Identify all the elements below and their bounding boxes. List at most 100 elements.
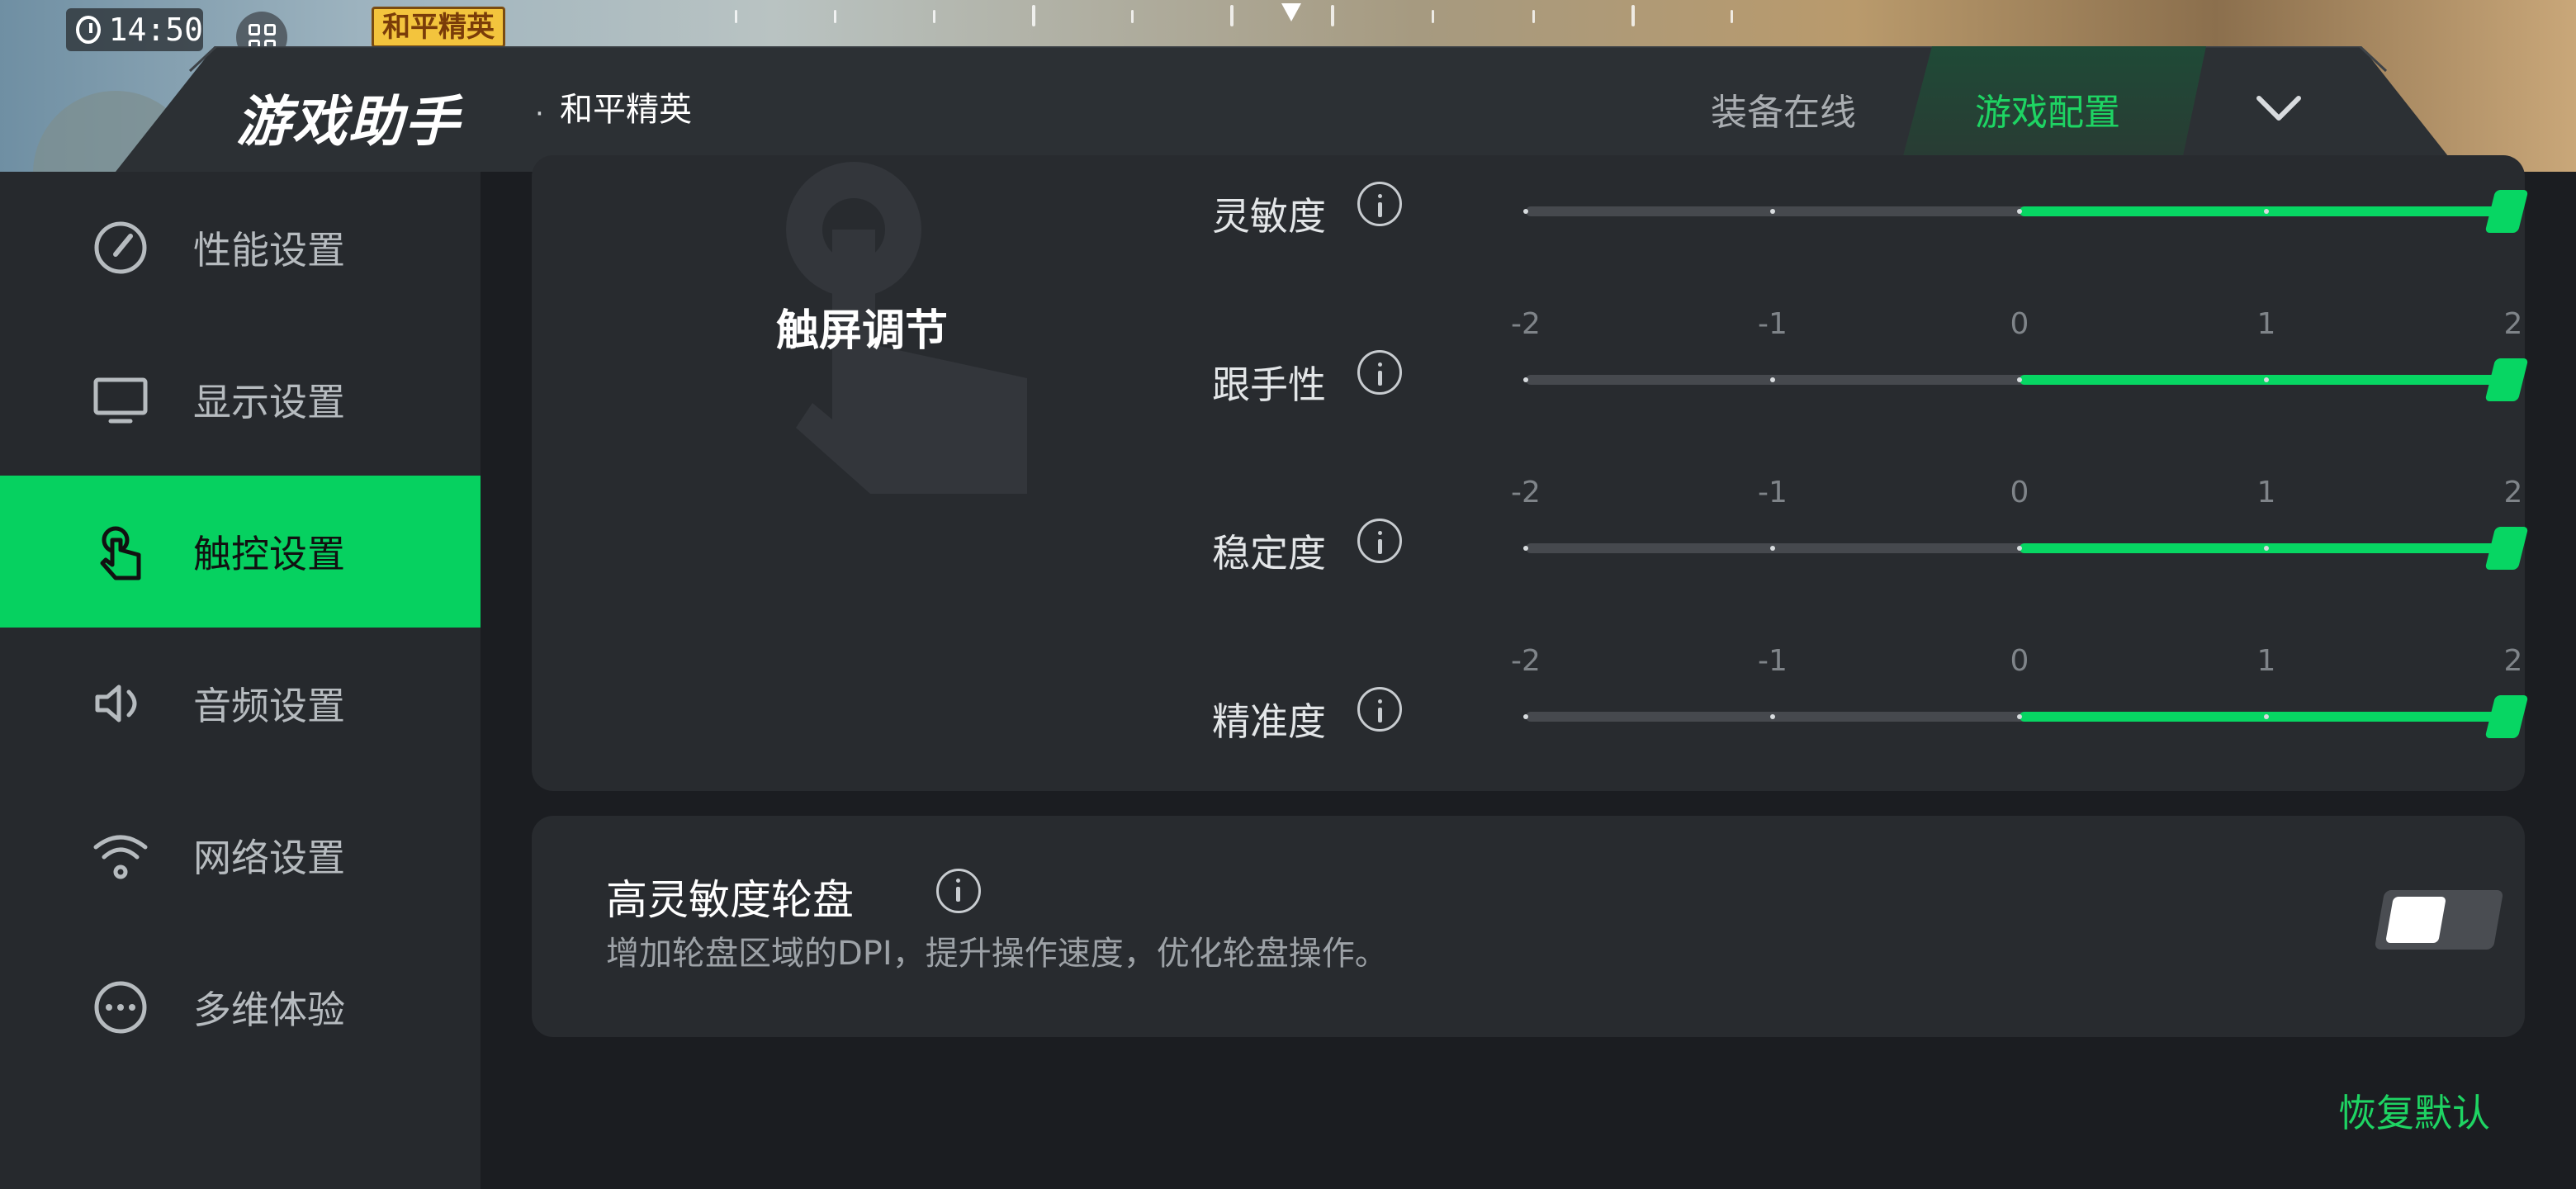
slider-step-dot — [2264, 209, 2269, 214]
compass-tick — [1731, 10, 1733, 23]
main-content: 触屏调节 灵敏度 跟手性 -2 -1 0 1 2 稳定度 -2 -1 0 1 2 精准度 -2-… — [481, 155, 2576, 1189]
slider-thumb[interactable] — [2484, 358, 2529, 401]
slider-step-dot — [1770, 377, 1775, 382]
compass-tick — [1032, 5, 1035, 26]
title-separator: · — [535, 97, 544, 130]
compass-tick — [1532, 10, 1535, 23]
info-icon[interactable] — [936, 869, 981, 913]
slider-step-dot — [1523, 209, 1528, 214]
info-icon[interactable] — [1357, 687, 1402, 732]
scale-label: -1 — [1758, 476, 1788, 509]
slider-scale: -2 -1 0 1 2 — [1475, 307, 2548, 341]
toggle-knob — [2385, 897, 2446, 943]
chevron-down-icon[interactable] — [2246, 79, 2312, 137]
slider-step-dot — [2017, 209, 2022, 214]
sidebar-item-label: 显示设置 — [193, 380, 345, 424]
slider-step-dot — [2017, 546, 2022, 551]
wifi-icon — [91, 826, 150, 885]
sidebar-item-performance[interactable]: 性能设置 — [0, 172, 481, 324]
sidebar-item-multi-experience[interactable]: 多维体验 — [0, 931, 481, 1083]
compass-tick — [1631, 5, 1635, 26]
slider-scale: -2 -1 0 1 2 — [1475, 644, 2548, 678]
scale-label: 0 — [2010, 476, 2029, 509]
monitor-icon — [91, 370, 150, 429]
high-sensitivity-dial-card: 高灵敏度轮盘 增加轮盘区域的DPI，提升操作速度，优化轮盘操作。 — [532, 816, 2525, 1037]
slider-label: 精准度 — [1212, 699, 1326, 744]
scale-label: 1 — [2256, 307, 2276, 341]
compass-tick — [834, 10, 836, 23]
game-logo: 和平精英 — [372, 7, 505, 48]
scale-label: -2 — [1511, 476, 1541, 509]
stopwatch-icon — [76, 16, 101, 44]
compass-tick — [933, 10, 935, 23]
slider-step-dot — [2017, 714, 2022, 719]
slider-track[interactable] — [1523, 358, 2529, 401]
slider-step-dot — [1523, 377, 1528, 382]
scale-label: -2 — [1511, 644, 1541, 678]
sidebar-item-label: 多维体验 — [193, 988, 345, 1032]
info-icon[interactable] — [1357, 182, 1402, 226]
info-icon[interactable] — [1357, 350, 1402, 395]
scale-label: 0 — [2010, 644, 2029, 678]
gauge-icon — [91, 218, 150, 277]
sidebar-item-label: 触控设置 — [193, 532, 345, 576]
info-icon[interactable] — [1357, 519, 1402, 563]
tab-equipment-online[interactable]: 装备在线 — [1676, 76, 1891, 142]
slider-track[interactable] — [1523, 695, 2529, 738]
slider-step-dot — [2264, 377, 2269, 382]
slider-label: 灵敏度 — [1212, 194, 1326, 239]
scale-label: -1 — [1758, 644, 1788, 678]
sidebar: 性能设置 显示设置 触控设置 音频设置 网络设置 多维体验 — [0, 172, 481, 1189]
sidebar-item-touch[interactable]: 触控设置 — [0, 476, 481, 628]
slider-step-dot — [2264, 546, 2269, 551]
sidebar-item-label: 网络设置 — [193, 836, 345, 880]
sidebar-item-display[interactable]: 显示设置 — [0, 324, 481, 476]
compass-tick — [735, 10, 737, 23]
slider-thumb[interactable] — [2484, 695, 2529, 738]
compass-tick — [1230, 5, 1234, 26]
slider-thumb[interactable] — [2484, 190, 2529, 233]
scale-label: 0 — [2010, 307, 2029, 341]
slider-step-dot — [2264, 714, 2269, 719]
slider-step-dot — [1523, 714, 1528, 719]
sidebar-item-label: 性能设置 — [193, 228, 345, 272]
scale-label: -1 — [1758, 307, 1788, 341]
touch-adjust-card: 触屏调节 灵敏度 跟手性 -2 -1 0 1 2 稳定度 -2 -1 0 1 2 精准度 -2-… — [532, 155, 2529, 791]
restore-defaults-button[interactable]: 恢复默认 — [2338, 1083, 2490, 1138]
slider-step-dot — [1770, 209, 1775, 214]
scale-label: 2 — [2503, 476, 2523, 509]
scale-label: -2 — [1511, 307, 1541, 341]
scale-label: 2 — [2503, 307, 2523, 341]
compass-tick — [1331, 5, 1334, 26]
scale-label: 1 — [2256, 476, 2276, 509]
game-name: 和平精英 — [560, 91, 692, 129]
slider-track[interactable] — [1523, 190, 2529, 233]
slider-thumb[interactable] — [2484, 527, 2529, 570]
slider-step-dot — [1770, 714, 1775, 719]
slider-step-dot — [1770, 546, 1775, 551]
clock-time: 14:50 — [108, 12, 203, 48]
scale-label: 2 — [2503, 644, 2523, 678]
more-icon — [91, 978, 150, 1037]
touch-icon — [91, 522, 150, 581]
scale-label: 1 — [2256, 644, 2276, 678]
slider-step-dot — [2017, 377, 2022, 382]
app-title: 游戏助手 — [236, 90, 461, 154]
slider-label: 稳定度 — [1212, 531, 1326, 576]
speaker-icon — [91, 674, 150, 733]
sidebar-item-label: 音频设置 — [193, 684, 345, 728]
compass-tick — [1432, 10, 1434, 23]
sidebar-item-audio[interactable]: 音频设置 — [0, 628, 481, 779]
game-clock: 14:50 — [66, 8, 203, 51]
compass-marker-icon — [1281, 3, 1301, 21]
tab-game-config[interactable]: 游戏配置 — [1924, 76, 2171, 142]
sidebar-item-network[interactable]: 网络设置 — [0, 779, 481, 931]
dial-toggle-switch[interactable] — [2373, 890, 2505, 950]
slider-track[interactable] — [1523, 527, 2529, 570]
slider-row: 精准度 -2 -1 0 1 2 — [532, 644, 2529, 837]
slider-step-dot — [1523, 546, 1528, 551]
slider-label: 跟手性 — [1212, 362, 1326, 407]
compass-tick — [1131, 10, 1134, 23]
dial-setting-title: 高灵敏度轮盘 — [606, 876, 854, 924]
slider-scale: -2 -1 0 1 2 — [1475, 476, 2548, 509]
